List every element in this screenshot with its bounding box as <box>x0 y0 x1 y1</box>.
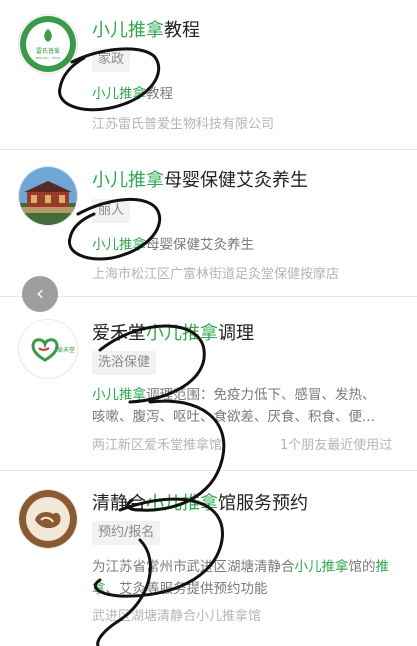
title-highlight: 小儿推拿 <box>146 493 218 514</box>
title-highlight: 小儿推拿 <box>92 170 164 191</box>
store-photo <box>18 166 78 226</box>
category-tag: 家政 <box>92 48 131 72</box>
category-tag: 预约/报名 <box>92 521 161 545</box>
store-logo <box>18 489 78 549</box>
title-rest: 教程 <box>164 20 200 41</box>
result-description: 小儿推拿调理范围：免疫力低下、感冒、发热、 咳嗽、腹泻、呕吐、食欲差、厌食、积食… <box>92 384 408 428</box>
result-source: 上海市松江区广富林街道足灸堂保健按摩店 <box>92 267 340 282</box>
logo-text: 爱禾堂 <box>57 346 75 354</box>
source-name: 两江新区爱禾堂推拿馆 <box>92 438 223 453</box>
desc-rest: 母婴保健艾灸养生 <box>146 237 254 253</box>
category-tag: 洗浴保健 <box>92 351 157 375</box>
title-prefix: 爱禾堂 <box>92 323 146 344</box>
desc-line2: 咳嗽、腹泻、呕吐、食欲差、厌食、积食、便... <box>92 409 375 425</box>
company-logo: 雷氏普爱 BIOLOGY · TECH <box>18 14 78 74</box>
store-logo: 爱禾堂 <box>18 319 78 379</box>
title-rest: 调理 <box>218 323 254 344</box>
result-description: 为江苏省常州市武进区湖塘清静合小儿推拿馆的推拿、艾灸等服务提供预约功能 <box>92 556 408 600</box>
result-title[interactable]: 爱禾堂小儿推拿调理 <box>92 319 254 345</box>
result-card[interactable]: 爱禾堂 爱禾堂小儿推拿调理 洗浴保健 小儿推拿调理范围：免疫力低下、感冒、发热、… <box>0 297 417 467</box>
desc-prefix: 为江苏省常州市武进区湖塘清静合 <box>92 559 295 575</box>
desc-mid: 馆的 <box>348 559 376 575</box>
result-description: 小儿推拿教程 <box>92 83 408 105</box>
logo-text: 雷氏普爱 <box>36 47 60 55</box>
logo-subtext: BIOLOGY · TECH <box>36 56 60 60</box>
result-card[interactable]: 小儿推拿母婴保健艾灸养生 丽人 小儿推拿母婴保健艾灸养生 上海市松江区广富林街道… <box>0 150 417 296</box>
friend-usage: 1个朋友最近使用过 <box>280 438 393 453</box>
desc-highlight: 小儿推拿 <box>294 559 349 575</box>
title-prefix: 清静合 <box>92 493 146 514</box>
result-source: 武进区湖塘清静合小儿推拿馆 <box>92 609 262 624</box>
result-source: 两江新区爱禾堂推拿馆 1个朋友最近使用过 <box>92 434 408 453</box>
result-title[interactable]: 小儿推拿教程 <box>92 16 200 42</box>
title-rest: 母婴保健艾灸养生 <box>164 170 308 191</box>
desc-rest: 调理范围：免疫力低下、感冒、发热、 <box>146 387 376 403</box>
desc-highlight: 小儿推拿 <box>92 387 146 403</box>
result-source: 江苏雷氏普爱生物科技有限公司 <box>92 117 275 132</box>
desc-highlight: 小儿推拿 <box>92 237 146 253</box>
result-card[interactable]: 清静合小儿推拿馆服务预约 预约/报名 为江苏省常州市武进区湖塘清静合小儿推拿馆的… <box>0 471 417 646</box>
desc-rest: 、艾灸等服务提供预约功能 <box>105 581 268 597</box>
title-highlight: 小儿推拿 <box>92 20 164 41</box>
title-rest: 馆服务预约 <box>218 493 308 514</box>
desc-highlight: 小儿推拿 <box>92 86 146 102</box>
result-card[interactable]: 雷氏普爱 BIOLOGY · TECH 小儿推拿教程 家政 小儿推拿教程 江苏雷… <box>0 0 417 150</box>
desc-rest: 教程 <box>146 86 173 102</box>
result-title[interactable]: 小儿推拿母婴保健艾灸养生 <box>92 166 308 192</box>
result-title[interactable]: 清静合小儿推拿馆服务预约 <box>92 489 308 515</box>
search-results-list: 雷氏普爱 BIOLOGY · TECH 小儿推拿教程 家政 小儿推拿教程 江苏雷… <box>0 0 417 646</box>
title-highlight: 小儿推拿 <box>146 323 218 344</box>
back-button[interactable]: ‹ <box>22 276 58 312</box>
result-description: 小儿推拿母婴保健艾灸养生 <box>92 234 408 256</box>
category-tag: 丽人 <box>92 199 131 223</box>
